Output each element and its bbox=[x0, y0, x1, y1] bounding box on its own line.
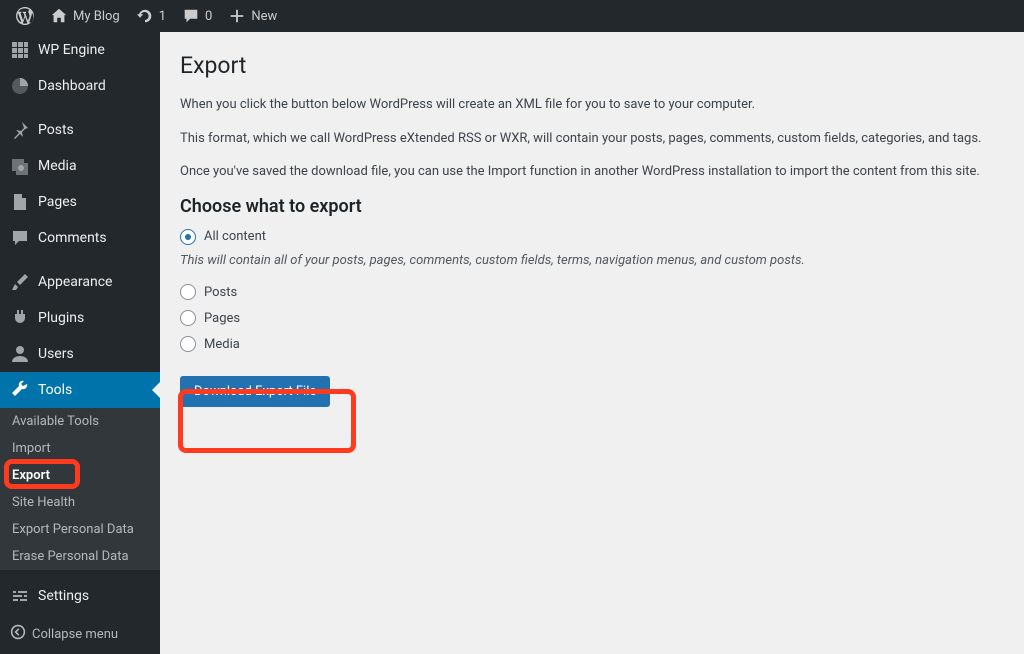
sidebar-item-pages[interactable]: Pages bbox=[0, 184, 160, 220]
refresh-icon bbox=[136, 7, 154, 25]
sidebar-item-label: Comments bbox=[38, 230, 107, 246]
sub-item-export-personal[interactable]: Export Personal Data bbox=[0, 516, 160, 543]
radio-label: Posts bbox=[204, 285, 237, 300]
sidebar-item-plugins[interactable]: Plugins bbox=[0, 300, 160, 336]
wp-logo[interactable] bbox=[8, 0, 42, 32]
export-desc-3: Once you've saved the download file, you… bbox=[180, 162, 1004, 182]
sidebar-item-media[interactable]: Media bbox=[0, 148, 160, 184]
sliders-icon bbox=[10, 586, 30, 606]
tools-submenu: Available Tools Import Export Site Healt… bbox=[0, 408, 160, 570]
sub-item-site-health[interactable]: Site Health bbox=[0, 489, 160, 516]
comment-icon bbox=[10, 228, 30, 248]
export-desc-1: When you click the button below WordPres… bbox=[180, 95, 1004, 115]
collapse-label: Collapse menu bbox=[32, 627, 118, 642]
wpengine-icon bbox=[10, 40, 30, 60]
comments-link[interactable]: 0 bbox=[174, 0, 220, 32]
sub-item-export[interactable]: Export bbox=[0, 462, 160, 489]
radio-icon bbox=[180, 336, 196, 352]
sidebar-item-label: Appearance bbox=[38, 274, 112, 290]
sidebar-item-dashboard[interactable]: Dashboard bbox=[0, 68, 160, 104]
radio-icon bbox=[180, 229, 196, 245]
admin-sidebar: WP Engine Dashboard Posts Media Pages Co… bbox=[0, 32, 160, 654]
wordpress-icon bbox=[16, 7, 34, 25]
page-title: Export bbox=[180, 52, 1004, 79]
collapse-menu[interactable]: Collapse menu bbox=[0, 614, 160, 654]
admin-toolbar: My Blog 1 0 New bbox=[0, 0, 1024, 32]
home-icon bbox=[50, 7, 68, 25]
sub-item-available-tools[interactable]: Available Tools bbox=[0, 408, 160, 435]
export-desc-2: This format, which we call WordPress eXt… bbox=[180, 129, 1004, 149]
plus-icon bbox=[228, 7, 246, 25]
sidebar-item-appearance[interactable]: Appearance bbox=[0, 264, 160, 300]
site-name-text: My Blog bbox=[73, 9, 120, 24]
radio-media[interactable]: Media bbox=[180, 336, 1004, 352]
new-content-link[interactable]: New bbox=[220, 0, 285, 32]
radio-label: Media bbox=[204, 337, 240, 352]
sidebar-item-label: Settings bbox=[38, 588, 89, 604]
updates-link[interactable]: 1 bbox=[128, 0, 174, 32]
radio-pages[interactable]: Pages bbox=[180, 310, 1004, 326]
download-export-button[interactable]: Download Export File bbox=[180, 376, 330, 407]
all-content-note: This will contain all of your posts, pag… bbox=[180, 251, 1004, 271]
site-name-link[interactable]: My Blog bbox=[42, 0, 128, 32]
radio-icon bbox=[180, 284, 196, 300]
sidebar-item-label: Tools bbox=[38, 382, 72, 398]
sidebar-item-label: Posts bbox=[38, 122, 74, 138]
sub-item-erase-personal[interactable]: Erase Personal Data bbox=[0, 543, 160, 570]
sub-item-import[interactable]: Import bbox=[0, 435, 160, 462]
main-content: Export When you click the button below W… bbox=[160, 32, 1024, 654]
sidebar-item-comments[interactable]: Comments bbox=[0, 220, 160, 256]
radio-label: All content bbox=[204, 229, 266, 244]
sidebar-item-posts[interactable]: Posts bbox=[0, 112, 160, 148]
user-icon bbox=[10, 344, 30, 364]
sidebar-item-tools[interactable]: Tools bbox=[0, 372, 160, 408]
radio-posts[interactable]: Posts bbox=[180, 284, 1004, 300]
sidebar-item-label: Pages bbox=[38, 194, 77, 210]
sidebar-item-label: Media bbox=[38, 158, 77, 174]
radio-all-content[interactable]: All content bbox=[180, 229, 1004, 245]
wrench-icon bbox=[10, 380, 30, 400]
media-icon bbox=[10, 156, 30, 176]
new-label: New bbox=[251, 9, 277, 24]
pin-icon bbox=[10, 120, 30, 140]
sidebar-item-label: Plugins bbox=[38, 310, 84, 326]
collapse-icon bbox=[10, 624, 26, 644]
dashboard-icon bbox=[10, 76, 30, 96]
sidebar-item-label: Dashboard bbox=[38, 78, 106, 94]
page-icon bbox=[10, 192, 30, 212]
sidebar-item-wpengine[interactable]: WP Engine bbox=[0, 32, 160, 68]
comments-count: 0 bbox=[205, 9, 212, 24]
sidebar-item-label: Users bbox=[38, 346, 74, 362]
updates-count: 1 bbox=[159, 9, 166, 24]
plug-icon bbox=[10, 308, 30, 328]
sidebar-item-users[interactable]: Users bbox=[0, 336, 160, 372]
radio-icon bbox=[180, 310, 196, 326]
brush-icon bbox=[10, 272, 30, 292]
sidebar-item-settings[interactable]: Settings bbox=[0, 578, 160, 614]
comment-icon bbox=[182, 7, 200, 25]
choose-heading: Choose what to export bbox=[180, 196, 1004, 217]
sidebar-item-label: WP Engine bbox=[38, 42, 105, 58]
radio-label: Pages bbox=[204, 311, 240, 326]
